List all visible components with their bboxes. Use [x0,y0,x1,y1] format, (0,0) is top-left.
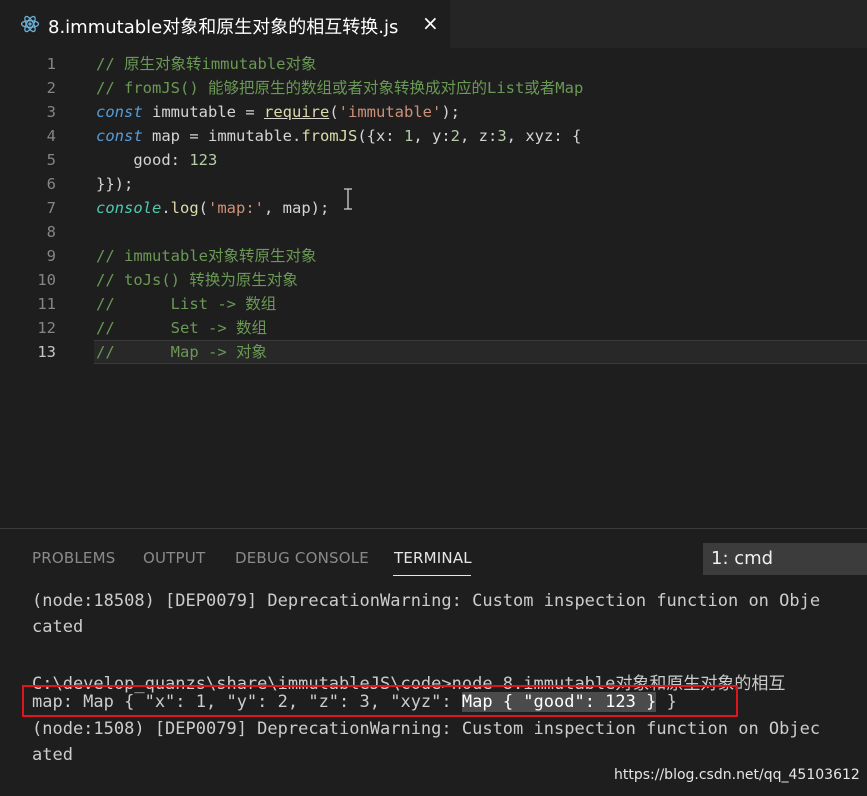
terminal-line: cated [32,617,84,637]
code-line[interactable]: 3 const immutable = require('immutable'); [0,100,867,124]
code-token: fromJS [301,127,358,145]
terminal-line: (node:1508) [DEP0079] DeprecationWarning… [32,719,821,739]
line-number: 6 [46,175,56,193]
active-tab-indicator [393,575,471,576]
code-text: // toJs() 转换为原生对象 [96,268,298,292]
code-token: ); [441,103,460,121]
code-token: 3 [497,127,507,145]
code-token: }}); [96,175,134,193]
terminal-select[interactable]: 1: cmd [703,543,867,575]
react-atom-icon [20,15,40,33]
code-text: // List -> 数组 [96,292,276,316]
code-token: 'immutable' [338,103,442,121]
code-token: ({x: [357,127,404,145]
code-line[interactable]: 2 // fromJS() 能够把原生的数组或者对象转换成对应的List或者Map [0,76,867,100]
code-token: const [96,103,143,121]
editor-tab[interactable]: 8.immutable对象和原生对象的相互转换.js × [0,0,450,48]
code-token: log [170,199,199,217]
code-token: 2 [450,127,460,145]
line-number: 3 [46,103,56,121]
bottom-panel: PROBLEMS OUTPUT DEBUG CONSOLE TERMINAL 1… [0,528,867,796]
line-number: 10 [37,271,56,289]
code-line[interactable]: 10 // toJs() 转换为原生对象 [0,268,867,292]
code-text: good: 123 [96,148,217,172]
line-number: 8 [46,223,56,241]
code-token: // immutable对象转原生对象 [96,247,317,265]
line-number: 5 [46,151,56,169]
line-number: 1 [46,55,56,73]
code-token: // toJs() 转换为原生对象 [96,271,298,289]
code-token: console [96,199,162,217]
line-number: 9 [46,247,56,265]
code-line[interactable]: 8 [0,220,867,244]
code-text: const map = immutable.fromJS({x: 1, y:2,… [96,124,581,148]
tab-problems[interactable]: PROBLEMS [32,549,115,567]
code-token: // Set -> 数组 [96,319,267,337]
code-text: // Map -> 对象 [96,340,267,364]
tab-debug-console[interactable]: DEBUG CONSOLE [235,549,369,567]
code-line[interactable]: 4 const map = immutable.fromJS({x: 1, y:2… [0,124,867,148]
line-number: 13 [37,343,56,361]
line-number: 7 [46,199,56,217]
code-line[interactable]: 12 // Set -> 数组 [0,316,867,340]
code-token: , xyz: { [506,127,582,145]
tab-bar: 8.immutable对象和原生对象的相互转换.js × [0,0,867,48]
code-token: , y: [413,127,451,145]
code-line[interactable]: 13 // Map -> 对象 [0,340,867,364]
tab-title: 8.immutable对象和原生对象的相互转换.js [48,17,399,38]
code-line[interactable]: 7 console.log('map:', map); [0,196,867,220]
terminal-line: (node:18508) [DEP0079] DeprecationWarnin… [32,591,821,611]
code-token: 1 [403,127,414,145]
code-token: require [264,103,330,121]
line-number: 11 [37,295,56,313]
code-token: immutable = [142,103,264,121]
code-line[interactable]: 1 // 原生对象转immutable对象 [0,52,867,76]
code-text: // fromJS() 能够把原生的数组或者对象转换成对应的List或者Map [96,76,583,100]
terminal-line: ated [32,745,73,765]
line-number: 2 [46,79,56,97]
code-token: // Map -> 对象 [96,343,267,361]
code-token: good: [96,151,190,169]
code-token: . [161,199,171,217]
code-text: const immutable = require('immutable'); [96,100,460,124]
code-token: const [96,127,143,145]
code-text: }}); [96,172,133,196]
red-annotation-box [22,685,738,717]
tab-terminal[interactable]: TERMINAL [394,549,472,567]
code-token: 'map:' [208,199,265,217]
code-token: ( [329,103,339,121]
code-text: console.log('map:', map); [96,196,329,220]
code-token: , map); [264,199,330,217]
close-icon[interactable]: × [422,11,439,35]
code-token: 123 [189,151,218,169]
line-number: 12 [37,319,56,337]
code-text: // Set -> 数组 [96,316,267,340]
code-token: ( [198,199,209,217]
code-token: // List -> 数组 [96,295,277,313]
code-line[interactable]: 6}}); [0,172,867,196]
code-token: // fromJS() 能够把原生的数组或者对象转换成对应的List或者Map [96,79,584,97]
code-text: // immutable对象转原生对象 [96,244,316,268]
code-text: // 原生对象转immutable对象 [96,52,316,76]
code-editor[interactable]: 1 // 原生对象转immutable对象 2 // fromJS() 能够把原生的数… [0,48,867,528]
code-line[interactable]: 5 good: 123 [0,148,867,172]
code-token: , z: [460,127,498,145]
code-line[interactable]: 9 // immutable对象转原生对象 [0,244,867,268]
watermark: https://blog.csdn.net/qq_45103612 [614,767,860,783]
code-token: // 原生对象转immutable对象 [96,55,317,73]
code-token: map = immutable. [142,127,302,145]
tab-output[interactable]: OUTPUT [143,549,205,567]
code-line[interactable]: 11 // List -> 数组 [0,292,867,316]
line-number: 4 [46,127,56,145]
